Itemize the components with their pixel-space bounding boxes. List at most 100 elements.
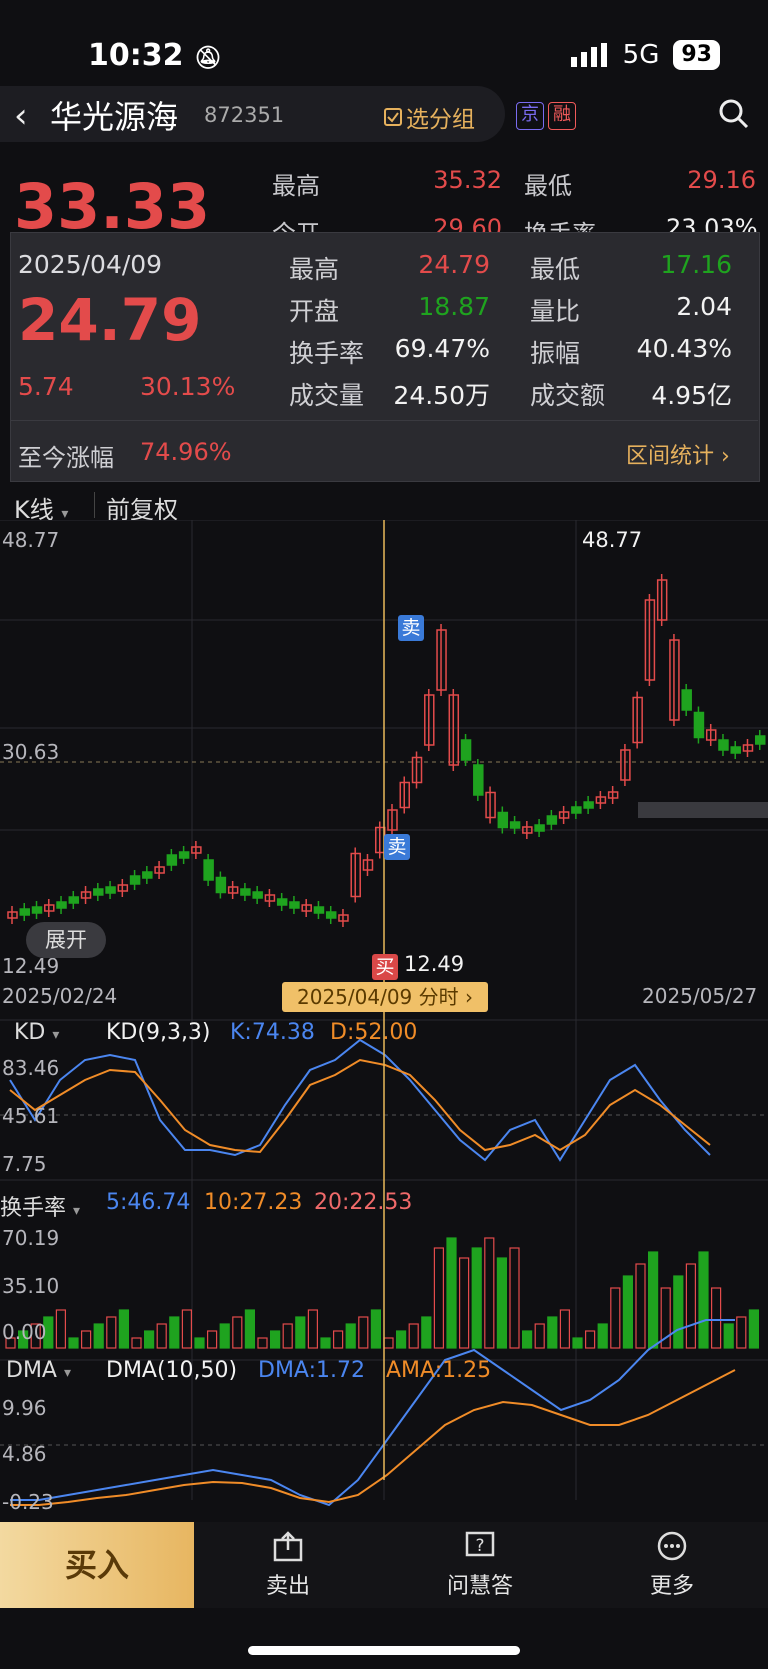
turnover-bar [181, 1309, 192, 1349]
dma-params: DMA(10,50) [106, 1358, 238, 1383]
turnover-bar [534, 1323, 545, 1349]
popup-date: 2025/04/09 [18, 250, 163, 279]
dma-tab[interactable]: DMA ▾ [6, 1358, 71, 1383]
turnover-bar [723, 1323, 734, 1349]
kd-lines [9, 1038, 711, 1162]
candle-body [252, 891, 263, 899]
turnover-y-top: 70.19 [2, 1226, 60, 1250]
turnover-tab[interactable]: 换手率 ▾ [0, 1190, 80, 1222]
turnover-y-bottom: 0.00 [2, 1320, 47, 1344]
turnover-ma20: 20:22.53 [314, 1190, 413, 1215]
candle-body [56, 901, 67, 909]
range-stats-link[interactable]: 区间统计 › [626, 438, 730, 470]
popup-value: 4.95亿 [651, 381, 732, 410]
share-upload-icon [273, 1531, 303, 1562]
buy-button[interactable]: 买入 [0, 1522, 194, 1608]
watchlist-group-button[interactable]: 选分组 [384, 100, 475, 134]
candle-body [240, 888, 251, 896]
turnover-bar [320, 1337, 331, 1349]
turnover-bar [647, 1251, 659, 1349]
candle-body [546, 815, 558, 825]
back-icon[interactable]: ‹ [14, 96, 28, 136]
search-icon[interactable] [718, 98, 750, 130]
dma-y-top: 9.96 [2, 1396, 47, 1420]
ask-label: 问慧答 [446, 1574, 513, 1599]
popup-change: 5.74 [18, 372, 74, 401]
kd-k-value: K:74.38 [230, 1020, 315, 1045]
kd-tab[interactable]: KD ▾ [14, 1020, 59, 1045]
candle-body [313, 906, 325, 914]
turnover-bar [484, 1237, 495, 1349]
turnover-bar [118, 1309, 130, 1349]
popup-value: 40.43% [636, 334, 732, 363]
stock-code: 872351 [204, 103, 285, 127]
turnover-bar [396, 1330, 407, 1349]
low-value: 29.16 [687, 166, 756, 194]
turnover-bar [55, 1309, 67, 1349]
network-type: 5G [622, 40, 660, 70]
expand-button[interactable]: 展开 [26, 922, 106, 958]
high-value: 35.32 [433, 166, 502, 194]
turnover-bar [244, 1309, 255, 1349]
turnover-bar [433, 1247, 444, 1349]
turnover-bar [471, 1247, 482, 1349]
candle-body [142, 871, 153, 879]
tag-margin: 融 [548, 102, 576, 130]
intraday-link[interactable]: 2025/04/09 分时 › [282, 982, 488, 1012]
turnover-bar [80, 1330, 92, 1349]
turnover-bar [232, 1316, 243, 1349]
turnover-bars [5, 1237, 760, 1349]
watchlist-label: 选分组 [406, 107, 475, 133]
popup-label: 最高 [289, 255, 340, 284]
ask-ai-button[interactable]: ? 问慧答 [420, 1530, 540, 1600]
sell-signal[interactable]: 卖 [398, 615, 424, 641]
candle-body [166, 854, 178, 866]
turnover-bar [156, 1323, 167, 1349]
turnover-bar [748, 1309, 760, 1349]
since-value: 74.96% [140, 438, 232, 466]
turnover-bar [521, 1330, 533, 1349]
sell-button[interactable]: 卖出 [228, 1530, 348, 1600]
turnover-bar [597, 1323, 608, 1349]
candle-body [105, 886, 116, 894]
turnover-y-mid: 35.10 [2, 1274, 60, 1298]
k-line [9, 1038, 711, 1162]
candle-body [289, 901, 300, 909]
kd-y-bottom: 7.75 [2, 1152, 47, 1176]
d-line [9, 1058, 711, 1154]
candle-body [534, 824, 545, 832]
svg-text:?: ? [475, 1536, 484, 1556]
sell-signal[interactable]: 卖 [384, 834, 410, 860]
turnover-bar [169, 1316, 180, 1349]
turnover-bar [144, 1330, 155, 1349]
popup-divider [10, 420, 758, 421]
tag-beijing-exchange: 京 [516, 102, 544, 130]
dma-y-mid: 4.86 [2, 1442, 47, 1466]
candle-body [681, 689, 692, 711]
turnover-ma10: 10:27.23 [204, 1190, 303, 1215]
more-button[interactable]: 更多 [612, 1530, 732, 1600]
candle-body [68, 896, 80, 904]
candle-body [203, 859, 214, 881]
turnover-bar [408, 1323, 419, 1349]
kline-y-mid: 30.63 [2, 740, 60, 764]
popup-label: 成交量 [289, 381, 365, 410]
tab-divider [94, 492, 95, 518]
candle-body [19, 908, 31, 916]
turnover-ma5: 5:46.74 [106, 1190, 191, 1215]
turnover-bar [622, 1275, 634, 1349]
buy-signal[interactable]: 买 [372, 954, 398, 980]
date-start: 2025/02/24 [2, 984, 118, 1008]
popup-value: 2.04 [676, 292, 732, 321]
candle-body [460, 739, 472, 761]
dropdown-icon: ▾ [52, 1027, 60, 1043]
turnover-bar [345, 1323, 356, 1349]
popup-label: 振幅 [530, 339, 581, 368]
turnover-bar [635, 1263, 646, 1349]
dma-y-bottom: -0.23 [2, 1490, 54, 1514]
min-price-label: 12.49 [404, 952, 465, 976]
turnover-bar [383, 1337, 394, 1349]
candle-body [325, 911, 337, 919]
turnover-bar [307, 1309, 318, 1349]
candle-body [178, 851, 190, 859]
